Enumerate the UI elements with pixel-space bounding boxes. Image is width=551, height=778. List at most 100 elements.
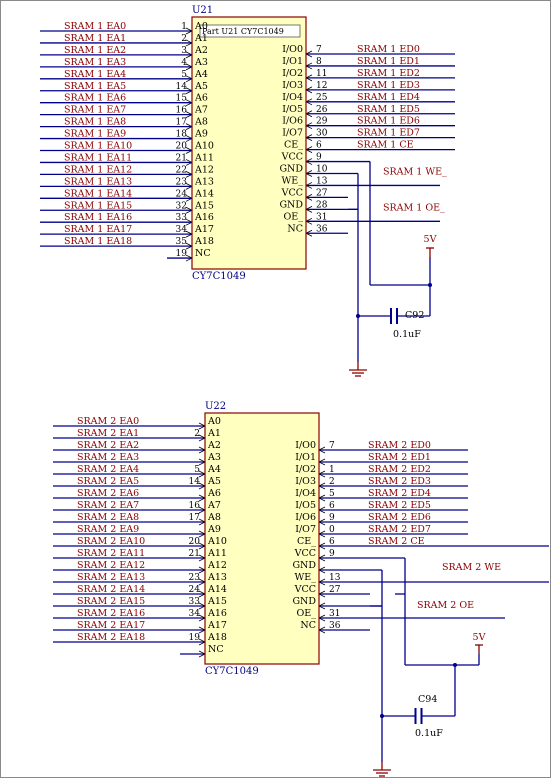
right-pin-name: I/O5 [282, 104, 303, 115]
left-pin-name: A12 [207, 560, 227, 571]
right-pin-name: I/O0 [282, 44, 303, 55]
left-net-label: SRAM 2 EA5 [77, 476, 139, 487]
right-pin-name: CE_ [297, 536, 316, 547]
supply-label: 5V [424, 234, 437, 245]
right-pin-number: 36 [316, 224, 328, 234]
left-pin-name: A17 [194, 224, 214, 235]
right-pin-name: GND [292, 560, 316, 571]
right-pin-number: 6 [329, 537, 335, 547]
right-pin-name: VCC [281, 152, 303, 163]
right-pin-number: 9 [316, 153, 322, 163]
left-net-label: SRAM 2 EA4 [77, 464, 139, 475]
left-pin-name: A0 [207, 416, 221, 427]
right-net-label: SRAM 1 ED2 [357, 68, 420, 79]
supply-5v-u22 [475, 644, 483, 654]
right-pin-number: 13 [329, 573, 341, 583]
right-net-label: SRAM 1 OE_ [383, 202, 445, 213]
left-net-label: SRAM 2 EA13 [77, 572, 145, 583]
right-pin-number: 0 [329, 525, 335, 535]
left-pin-number: 14 [189, 477, 201, 487]
right-pin-number: 25 [316, 93, 328, 103]
right-pin-name: GND [279, 164, 303, 175]
right-pin-name: I/O0 [295, 440, 316, 451]
chip-designator-u21: U21 [192, 5, 213, 16]
left-pin-number: 34 [176, 225, 188, 235]
left-net-label: SRAM 1 EA7 [64, 105, 126, 116]
left-pin-name: A18 [207, 632, 227, 643]
left-pin-name: A4 [207, 464, 221, 475]
right-net-label: SRAM 1 ED5 [357, 104, 420, 115]
left-net-label: SRAM 1 EA6 [64, 93, 126, 104]
right-net-label: SRAM 2 ED4 [368, 488, 431, 499]
capacitor-c94 [382, 708, 455, 724]
right-pin-number: 26 [316, 105, 328, 115]
left-pin-name: A10 [194, 141, 214, 152]
left-pin-name: A11 [207, 548, 227, 559]
left-pin-number: 19 [176, 249, 188, 259]
left-pin-number: 24 [176, 189, 188, 199]
left-pin-name: A5 [194, 81, 208, 92]
chip-designator-u22: U22 [205, 401, 226, 412]
cap-value: 0.1uF [415, 728, 443, 739]
left-pin-number: 19 [189, 633, 201, 643]
right-net-label: SRAM 1 ED7 [357, 128, 420, 139]
right-pin-number: 7 [316, 45, 322, 55]
left-pin-name: A8 [207, 512, 221, 523]
left-pin-name: A14 [207, 584, 227, 595]
left-net-label: SRAM 1 EA3 [64, 57, 126, 68]
right-pin-name: I/O4 [282, 92, 303, 103]
chip-part-name-u22: CY7C1049 [205, 666, 259, 677]
left-pin-name: A18 [194, 236, 214, 247]
left-pin-name: A7 [194, 105, 208, 116]
right-net-label: SRAM 2 WE [442, 562, 501, 573]
left-pin-number: 32 [176, 201, 187, 211]
left-net-label: SRAM 1 EA4 [64, 69, 126, 80]
right-pin-name: CE_ [284, 140, 303, 151]
left-net-label: SRAM 2 EA2 [77, 440, 139, 451]
ground-u22 [373, 762, 391, 777]
left-net-label: SRAM 1 EA17 [64, 224, 132, 235]
right-net-label: SRAM 1 ED3 [357, 80, 420, 91]
left-net-label: SRAM 2 EA18 [77, 632, 145, 643]
left-pin-number: 20 [176, 142, 188, 152]
right-pin-number: 9 [329, 549, 335, 559]
right-pin-name: VCC [281, 187, 303, 198]
left-pin-name: A15 [194, 200, 214, 211]
left-pin-name: A15 [207, 596, 227, 607]
left-net-label: SRAM 2 EA16 [77, 608, 145, 619]
left-pin-number: 35 [176, 237, 188, 247]
cap-value: 0.1uF [393, 329, 421, 340]
right-pin-name: WE_ [295, 572, 317, 583]
right-pin-number: 8 [316, 57, 322, 67]
ground-u21 [349, 362, 367, 377]
right-pin-name: I/O7 [282, 128, 303, 139]
right-pin-name: I/O2 [282, 68, 303, 79]
left-pin-name: A9 [194, 129, 208, 140]
left-pin-number: 16 [189, 501, 201, 511]
left-net-label: SRAM 1 EA18 [64, 236, 132, 247]
left-net-label: SRAM 2 EA14 [77, 584, 145, 595]
right-pin-name: I/O6 [282, 116, 303, 127]
left-pin-name: A16 [194, 212, 214, 223]
left-net-label: SRAM 1 EA9 [64, 129, 126, 140]
right-pin-number: 31 [329, 609, 340, 619]
left-pin-name: A3 [194, 57, 208, 68]
left-pin-name: A16 [207, 608, 227, 619]
left-net-label: SRAM 2 EA3 [77, 452, 139, 463]
left-net-label: SRAM 2 EA1 [77, 428, 139, 439]
left-pin-name: A2 [207, 440, 221, 451]
left-pin-number: 21 [189, 549, 200, 559]
left-pin-name: A12 [194, 164, 214, 175]
left-net-label: SRAM 1 EA5 [64, 81, 126, 92]
left-pin-name: A6 [194, 93, 208, 104]
left-pin-number: 33 [176, 213, 188, 223]
right-net-label: SRAM 2 ED1 [368, 452, 431, 463]
right-pin-name: GND [292, 596, 316, 607]
left-pin-name: A5 [207, 476, 221, 487]
right-pin-number: 7 [329, 441, 335, 451]
left-pin-number: 22 [176, 165, 187, 175]
left-net-label: SRAM 2 EA0 [77, 416, 139, 427]
left-pin-number: 18 [176, 130, 188, 140]
left-pin-number: 1 [181, 22, 187, 32]
left-pin-number: 5 [194, 465, 200, 475]
